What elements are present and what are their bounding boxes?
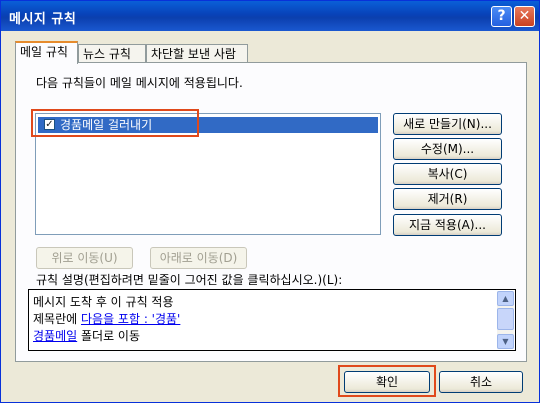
- help-icon: ?: [497, 8, 506, 24]
- tab-news-rules[interactable]: 뉴스 규칙: [78, 44, 146, 62]
- tab-mail-rules[interactable]: 메일 규칙: [15, 41, 78, 64]
- description-line-2-prefix: 제목란에: [33, 312, 81, 326]
- close-button[interactable]: ✕: [514, 6, 535, 27]
- new-rule-button[interactable]: 새로 만들기(N)...: [393, 113, 502, 135]
- close-icon: ✕: [518, 8, 531, 24]
- description-line-2: 제목란에 다음을 포함 : '경품': [33, 310, 180, 327]
- rule-highlight-box: [31, 109, 199, 137]
- copy-rule-button[interactable]: 복사(C): [393, 163, 502, 185]
- apply-now-button[interactable]: 지금 적용(A)...: [393, 214, 502, 236]
- description-label: 규칙 설명(편집하려면 밑줄이 그어진 값을 클릭하십시오.)(L):: [36, 273, 343, 287]
- help-button[interactable]: ?: [491, 6, 512, 27]
- tab-mail-rules-label: 메일 규칙: [20, 45, 68, 59]
- window-title: 메시지 규칙: [9, 12, 77, 27]
- subject-condition-link[interactable]: 다음을 포함 : '경품': [81, 312, 180, 326]
- modify-rule-button[interactable]: 수정(M)...: [393, 138, 502, 160]
- description-scrollbar[interactable]: ▲ ▼: [497, 291, 514, 349]
- scroll-thumb[interactable]: [497, 308, 514, 330]
- move-down-button[interactable]: 아래로 이동(D): [150, 247, 247, 269]
- tab-blocked-senders[interactable]: 차단할 보낸 사람: [146, 44, 248, 62]
- tab-news-rules-label: 뉴스 규칙: [83, 47, 131, 61]
- ok-highlight-box: [338, 365, 436, 397]
- tab-blocked-senders-label: 차단할 보낸 사람: [151, 47, 236, 61]
- rules-list-label: 다음 규칙들이 메일 메시지에 적용됩니다.: [36, 76, 243, 90]
- remove-rule-button[interactable]: 제거(R): [393, 188, 502, 210]
- move-up-button[interactable]: 위로 이동(U): [36, 247, 133, 269]
- target-folder-link[interactable]: 경품메일: [33, 329, 77, 343]
- description-line-3: 경품메일 폴더로 이동: [33, 327, 140, 344]
- scroll-down-icon[interactable]: ▼: [497, 334, 514, 349]
- scroll-up-icon[interactable]: ▲: [497, 291, 514, 306]
- description-line-3-suffix: 폴더로 이동: [77, 329, 141, 343]
- message-rules-dialog: 메시지 규칙 ? ✕ 메일 규칙 뉴스 규칙 차단할 보낸 사람 다음 규칙들이…: [0, 0, 540, 403]
- cancel-button[interactable]: 취소: [439, 371, 523, 393]
- description-line-1: 메시지 도착 후 이 규칙 적용: [33, 295, 174, 309]
- rule-description-box: 메시지 도착 후 이 규칙 적용 제목란에 다음을 포함 : '경품' 경품메일…: [28, 289, 516, 351]
- title-bar[interactable]: 메시지 규칙 ? ✕: [1, 1, 539, 31]
